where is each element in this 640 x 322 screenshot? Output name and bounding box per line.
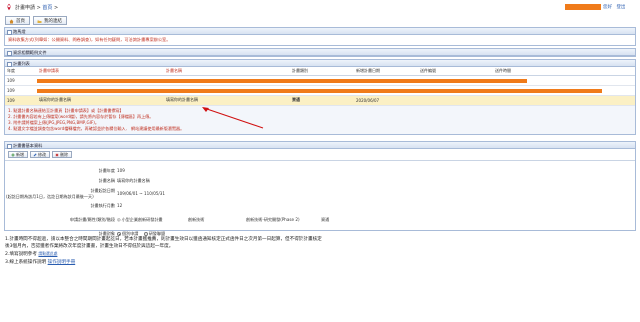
year-value: 109 <box>117 168 125 173</box>
row-form-link[interactable]: 填寫你的計畫名稱 <box>37 95 164 106</box>
type-program: ◎小型企業創新研發計畫 <box>117 217 163 222</box>
home-icon <box>9 19 14 23</box>
months-value: 12 <box>117 203 123 208</box>
downloads-panel-title[interactable]: 資訊相關範例文件 <box>5 49 635 56</box>
news-text: 資料收集方式(列舉如：公開資料、問卷調查)，如有任何疑問，可洽詢計畫專案辦公室。 <box>8 37 171 42</box>
type-label: 申請計畫/屬性/類別/階段 <box>69 217 115 222</box>
redaction-bar <box>37 78 527 83</box>
basic-info-title: 計畫書基本資料 <box>5 142 635 149</box>
favorites-label: 我的連結 <box>44 19 62 24</box>
redaction-bar <box>37 88 602 93</box>
user-name-redacted <box>565 4 601 10</box>
name-value: 填寫你的計畫名稱 <box>117 178 150 183</box>
guide-link[interactable]: 請點選此處 <box>38 251 57 256</box>
col-name[interactable]: 計畫名稱 <box>164 67 290 76</box>
table-row-highlighted[interactable]: 109 填寫你的計畫名稱 填寫你的計畫名稱 資通 2020/06/07 <box>5 95 635 106</box>
months-label: 計畫執行月數 <box>90 203 115 208</box>
home-label: 首頁 <box>16 19 25 24</box>
delete-icon <box>55 153 59 156</box>
breadcrumb-prefix: 計畫申請 > <box>15 5 43 11</box>
type-category: 創新技術-研究開發(Phase 2) <box>246 217 300 222</box>
plan-list-title: 計畫列表 <box>5 60 635 67</box>
breadcrumb-home-link[interactable]: 首頁 <box>42 5 52 11</box>
year-label: 計畫年度 <box>98 168 115 173</box>
user-links: 您好 登出 <box>603 4 628 10</box>
main-toolbar: 首頁 我的連結 <box>5 16 67 25</box>
folder-icon <box>37 20 42 23</box>
row-date: 2020/06/07 <box>354 95 418 106</box>
table-row[interactable]: 109 <box>5 85 635 96</box>
news-panel: 跑馬燈 資料收集方式(列舉如：公開資料、問卷調查)，如有任何疑問，可洽詢計畫專案… <box>4 27 636 46</box>
plan-list-panel: 計畫列表 年度 計畫申請表 計畫名稱 計畫類別 新增計畫日期 送件編號 送件時間… <box>4 59 636 136</box>
annotation-arrow-icon <box>202 107 264 129</box>
row-year: 109 <box>5 85 37 96</box>
home-button[interactable]: 首頁 <box>5 16 30 25</box>
delete-button[interactable]: 刪除 <box>52 151 72 158</box>
hello-text: 您好 <box>603 5 612 10</box>
footer-line-2-text: 2.填寫說明參考 <box>5 252 39 258</box>
footer-line-2: 2.填寫說明參考 請點選此處 <box>5 250 322 258</box>
table-row[interactable]: 109 <box>5 75 635 86</box>
col-category: 計畫類別 <box>290 67 354 76</box>
downloads-panel[interactable]: 資訊相關範例文件 <box>4 48 636 57</box>
basic-info-actions: 新增 修改 刪除 <box>5 149 635 161</box>
redacted-row-content <box>37 85 635 96</box>
type-stage: 資通 <box>321 217 330 222</box>
row-year: 109 <box>5 95 37 106</box>
col-time: 送件時間 <box>493 67 635 76</box>
pencil-icon <box>33 152 37 156</box>
breadcrumb: 計畫申請 > 首頁 > <box>15 4 58 11</box>
table-header-row: 年度 計畫申請表 計畫名稱 計畫類別 新增計畫日期 送件編號 送件時間 <box>5 67 635 76</box>
edit-button[interactable]: 修改 <box>30 151 50 158</box>
news-panel-title: 跑馬燈 <box>5 28 635 35</box>
delete-label: 刪除 <box>60 151 68 157</box>
type-attribute: 創新技術 <box>188 217 205 222</box>
add-label: 新增 <box>16 151 24 157</box>
row-time <box>493 95 635 106</box>
edit-label: 修改 <box>38 151 46 157</box>
row-number <box>418 95 493 106</box>
breadcrumb-suffix: > <box>52 5 59 11</box>
manual-link[interactable]: 操作說明手冊 <box>48 260 76 265</box>
redacted-row-content <box>37 75 635 86</box>
period-sublabel: (起訖日期為該月1日，迄訖日期為該月最後一天) <box>6 194 94 199</box>
logout-link[interactable]: 登出 <box>616 5 625 10</box>
add-button[interactable]: 新增 <box>8 151 28 158</box>
col-number: 送件編號 <box>418 67 493 76</box>
col-year: 年度 <box>5 67 37 76</box>
period-value: 109/06/01 ~ 110/05/31 <box>117 191 166 196</box>
footer-line-1: 1.計畫時間不得超過，請以本整合之時間期間計畫起訖日，若本計畫獲推薦，則計畫生效… <box>5 237 322 242</box>
footer-notes: 1.計畫時間不得超過，請以本整合之時間期間計畫起訖日，若本計畫獲推薦，則計畫生效… <box>5 236 322 266</box>
col-form[interactable]: 計畫申請表 <box>37 67 164 76</box>
list-notes: 1. 點選計畫名稱連結至計畫頁【計畫申請表】或【計畫書撰寫】 2. 計畫書內容若… <box>5 105 635 135</box>
footer-line-1b: 後3個月內，否認獲者作業將改次年度計畫書，計畫生效日不得低於與這起一年度。 <box>5 244 174 250</box>
footer-line-3-text: 3.線上系統操作說明 <box>5 259 48 265</box>
note-line: 4. 點選文字檔並調查包含word檔轉檔完，再確認並於各欄位輸入． 網站建議使用… <box>8 126 185 132</box>
name-label: 計畫名稱 <box>98 178 115 183</box>
row-name-link[interactable]: 填寫你的計畫名稱 <box>164 95 290 106</box>
favorites-button[interactable]: 我的連結 <box>33 16 67 25</box>
plus-icon <box>11 152 15 157</box>
row-year: 109 <box>5 75 37 86</box>
type-program-text: 小型企業創新研發計畫 <box>121 217 163 222</box>
footer-line-3: 3.線上系統操作說明 操作說明手冊 <box>5 259 322 266</box>
row-category: 資通 <box>290 95 354 106</box>
top-bar: 計畫申請 > 首頁 > 您好 登出 <box>0 0 640 14</box>
logo-icon <box>7 3 11 11</box>
col-date: 新增計畫日期 <box>354 67 418 76</box>
basic-info-panel: 計畫書基本資料 新增 修改 刪除 計畫年度 109 計畫名稱 填寫你的計畫名稱 … <box>4 141 636 236</box>
plan-list-table: 年度 計畫申請表 計畫名稱 計畫類別 新增計畫日期 送件編號 送件時間 109 … <box>5 67 635 106</box>
